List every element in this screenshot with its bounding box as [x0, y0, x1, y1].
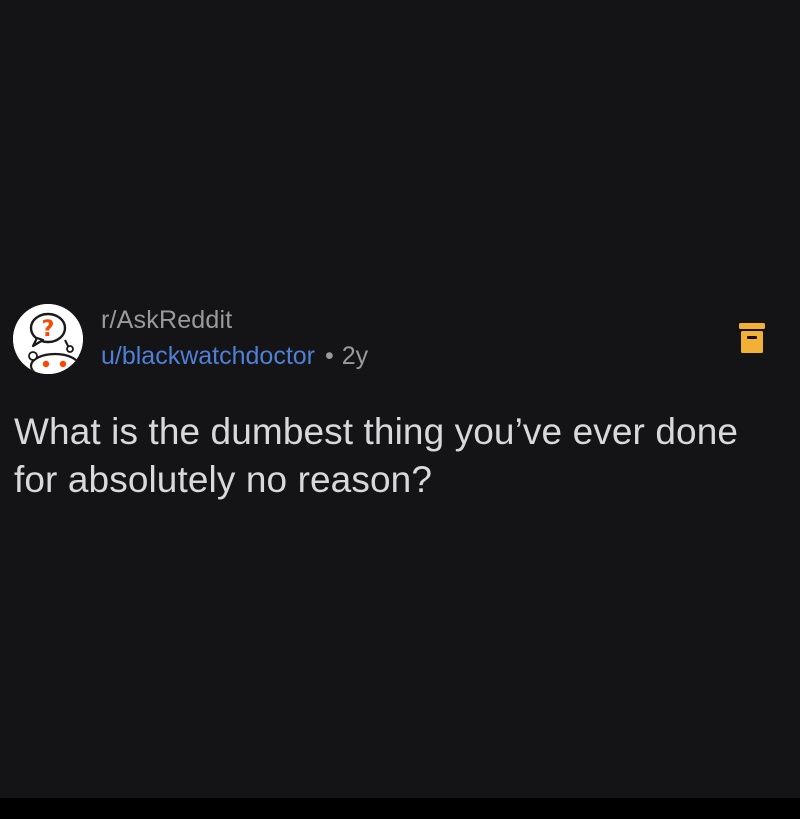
post-card[interactable]: ? r/AskReddit u/blackwatchdoctor • 2y Wh…: [0, 0, 800, 798]
post-age: 2y: [341, 342, 369, 370]
post-meta: u/blackwatchdoctor • 2y: [101, 342, 368, 371]
screen: ? r/AskReddit u/blackwatchdoctor • 2y Wh…: [0, 0, 800, 798]
subreddit-avatar-icon[interactable]: ?: [13, 304, 83, 374]
svg-text:?: ?: [42, 317, 55, 342]
archive-box-icon: [739, 323, 765, 353]
author-username[interactable]: u/blackwatchdoctor: [101, 342, 315, 370]
meta-separator: •: [325, 342, 334, 370]
bottom-bar: [0, 798, 800, 819]
subreddit-name[interactable]: r/AskReddit: [101, 306, 232, 335]
post-title[interactable]: What is the dumbest thing you’ve ever do…: [14, 408, 784, 504]
